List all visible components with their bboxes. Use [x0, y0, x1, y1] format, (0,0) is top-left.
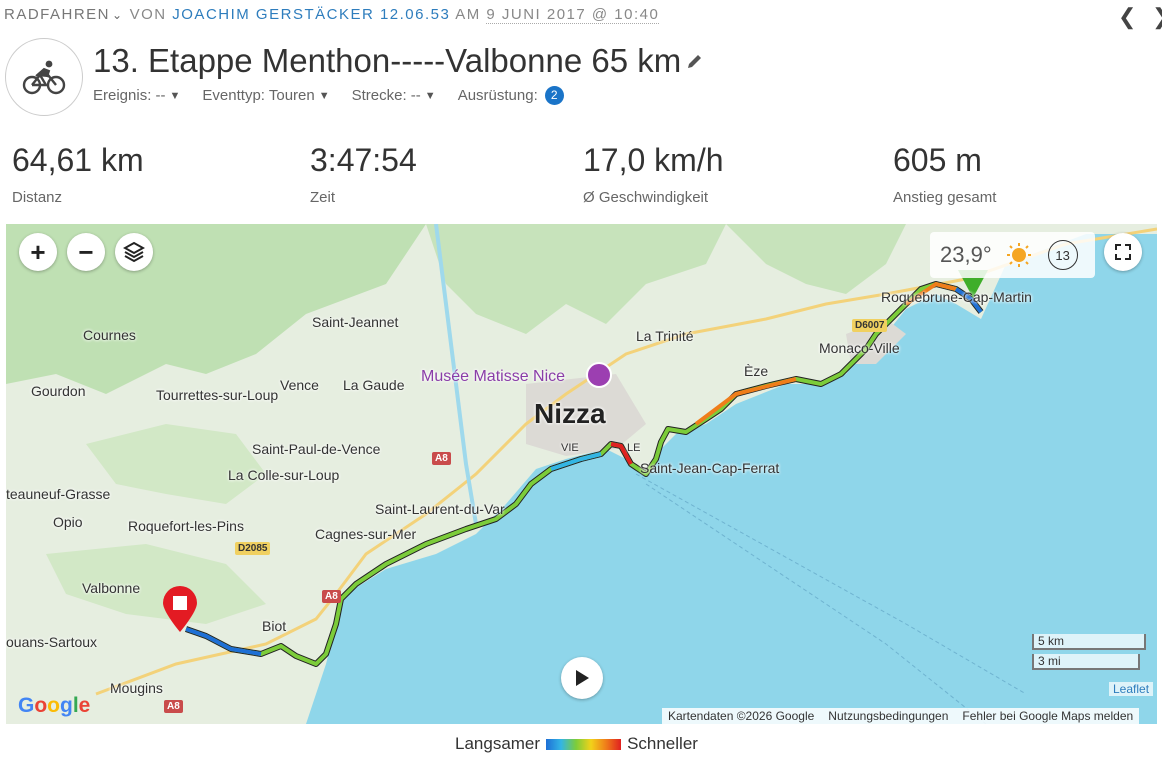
legend-slower: Langsamer [455, 734, 541, 753]
at-label: AM [455, 6, 481, 23]
place-label: Valbonne [82, 580, 141, 596]
layers-icon [123, 241, 145, 263]
zoom-in-button[interactable]: + [19, 233, 57, 271]
place-label: ouans-Sartoux [6, 634, 98, 650]
place-label: La Colle-sur-Loup [228, 467, 340, 483]
stat-distance: 64,61 km Distanz [12, 142, 144, 206]
stat-label: Zeit [310, 189, 336, 206]
workout-title: 13. Etappe Menthon-----Valbonne 65 km [93, 42, 682, 79]
play-icon [576, 670, 589, 686]
zoom-out-button[interactable]: − [67, 233, 105, 271]
pencil-icon[interactable] [686, 52, 704, 75]
expand-icon [1115, 244, 1131, 260]
stat-label: Distanz [12, 189, 63, 206]
chevron-right-icon[interactable]: ❯ [1152, 4, 1162, 30]
caret-down-icon: ▼ [169, 89, 181, 102]
stat-value: 605 m [893, 142, 982, 178]
activity-date[interactable]: 9 JUNI 2017 @ 10:40 [486, 6, 660, 24]
place-label: Roquebrune-Cap-Martin [881, 289, 1032, 305]
stat-label: Anstieg gesamt [893, 189, 997, 206]
place-label: Saint-Laurent-du-Var [375, 501, 505, 517]
leaflet-link[interactable]: Leaflet [1109, 682, 1154, 696]
museum-icon[interactable] [586, 362, 612, 388]
event-type-filter[interactable]: Eventtyp: Touren ▼ [202, 86, 329, 105]
report-error-link[interactable]: Fehler bei Google Maps melden [962, 709, 1133, 723]
wind-speed: 13 [1055, 247, 1070, 263]
workout-filters: Ereignis: -- ▼ Eventtyp: Touren ▼ Strecke:… [93, 86, 564, 105]
chevron-left-icon[interactable]: ❮ [1118, 4, 1136, 30]
caret-down-icon: ▼ [318, 89, 330, 102]
event-filter-label: Ereignis: -- [93, 87, 166, 104]
sun-icon [1006, 243, 1031, 267]
district-label: LE [627, 442, 641, 454]
speed-gradient [546, 738, 622, 750]
place-label: Opio [53, 514, 83, 530]
place-label: Saint-Jeannet [312, 314, 399, 330]
sport-type-dropdown[interactable]: RADFAHREN ⌄ [4, 6, 130, 23]
event-type-label: Eventtyp: Touren [202, 87, 315, 104]
map-data-credit: Kartendaten ©2026 Google [668, 709, 815, 723]
place-label: Saint-Paul-de-Vence [252, 441, 381, 457]
district-label: VIE [561, 442, 579, 454]
activity-meta: RADFAHREN ⌄ VON JOACHIM GERSTÄCKER 12.06.5… [4, 6, 660, 24]
equipment-count-badge: 2 [544, 86, 564, 105]
user-link[interactable]: JOACHIM GERSTÄCKER 12.06.53 [172, 6, 450, 23]
stat-value: 3:47:54 [310, 142, 417, 178]
map-attribution: Kartendaten ©2026 Google Nutzungsbedingu… [662, 708, 1140, 724]
place-label: La Trinité [636, 328, 694, 344]
sport-label: RADFAHREN [4, 6, 111, 23]
google-logo: Google [18, 694, 91, 717]
by-label: VON [129, 6, 167, 23]
caret-down-icon: ▼ [424, 89, 436, 102]
stat-value: 64,61 km [12, 142, 144, 178]
place-label: teauneuf-Grasse [6, 486, 111, 502]
stat-speed: 17,0 km/h Ø Geschwindigkeit [583, 142, 724, 206]
place-label: Gourdon [31, 383, 86, 399]
terms-link[interactable]: Nutzungsbedingungen [828, 709, 948, 723]
road-badge: D2085 [235, 542, 271, 555]
place-label: Biot [262, 618, 287, 634]
place-label: La Gaude [343, 377, 405, 393]
route-filter[interactable]: Strecke: -- ▼ [352, 86, 436, 105]
chevron-down-icon: ⌄ [112, 8, 124, 22]
wind-icon: 13 [1047, 240, 1078, 270]
end-marker-icon[interactable] [161, 586, 199, 634]
road-badge: D6007 [852, 319, 888, 332]
city-label: Nizza [534, 398, 606, 429]
place-label: Monaco-Ville [819, 340, 900, 356]
event-filter[interactable]: Ereignis: -- ▼ [93, 86, 180, 105]
legend-faster: Schneller [627, 734, 698, 753]
place-label: Mougins [110, 680, 163, 696]
layers-button[interactable] [115, 233, 153, 271]
scale-mi: 3 mi [1032, 654, 1140, 670]
place-label: Tourrettes-sur-Loup [156, 387, 279, 403]
weather-widget: 23,9° 13 [930, 232, 1095, 278]
route-map[interactable]: Cournes Saint-Jeannet La Trinité Gourdon… [6, 224, 1157, 724]
road-badge: A8 [164, 700, 183, 713]
stat-value: 17,0 km/h [583, 142, 724, 178]
place-label: Èze [744, 363, 769, 379]
place-label: Vence [280, 377, 319, 393]
road-badge: A8 [432, 452, 451, 465]
route-filter-label: Strecke: -- [351, 87, 421, 104]
place-label: Cournes [83, 327, 136, 343]
stat-ascent: 605 m Anstieg gesamt [893, 142, 996, 206]
stat-time: 3:47:54 Zeit [310, 142, 417, 206]
speed-legend: Langsamer Schneller [455, 734, 698, 754]
museum-label[interactable]: Musée Matisse Nice [421, 368, 565, 386]
equipment-filter[interactable]: Ausrüstung: 2 [458, 86, 564, 105]
road-badge: A8 [322, 590, 341, 603]
place-label: Saint-Jean-Cap-Ferrat [640, 460, 780, 476]
equipment-label: Ausrüstung: [457, 87, 538, 104]
stat-label: Ø Geschwindigkeit [583, 189, 709, 206]
play-button[interactable] [561, 657, 603, 699]
place-label: Roquefort-les-Pins [128, 518, 244, 534]
cyclist-icon [5, 38, 83, 116]
scale-km: 5 km [1032, 634, 1146, 650]
temperature: 23,9° [940, 242, 992, 267]
fullscreen-button[interactable] [1104, 233, 1142, 271]
place-label: Cagnes-sur-Mer [315, 526, 417, 542]
